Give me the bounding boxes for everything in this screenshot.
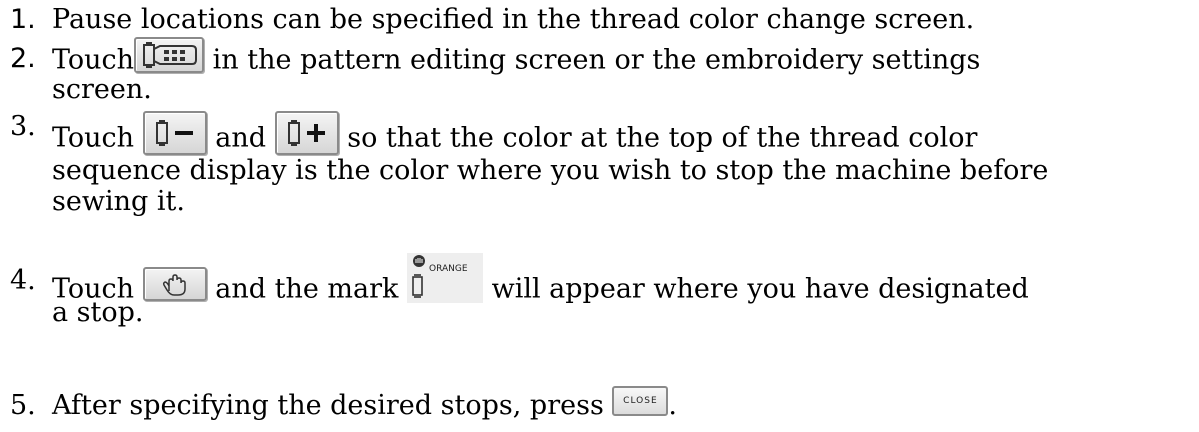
step-text: in the pattern editing screen or the emb… [212,44,981,76]
pause-mark-icon: ORANGE [406,253,483,303]
pause-mark-label: ORANGE [428,264,468,274]
step-text: so that the color at the top of the thre… [347,122,978,154]
step-text: Touch [52,122,135,154]
close-button: CLOSE [612,385,669,416]
thread-plus-icon [274,111,339,155]
step-text: Pause locations can be specified in the … [52,4,975,35]
step-number: 5. [10,390,36,421]
step-text: After specifying the desired stops, pres… [52,390,604,421]
thread-minus-icon [142,111,207,155]
step-text: . [668,390,677,421]
step-number: 1. [10,4,36,35]
step-text: Touch [52,44,135,76]
step-text: a stop. [52,297,144,328]
step-text: and [215,122,267,154]
step-text: sequence display is the color where you … [52,155,1049,186]
step-number: 2. [10,43,36,74]
step-number: 3. [10,111,36,142]
step-number: 4. [10,265,36,296]
hand-stop-icon [142,267,207,301]
step-text: screen. [52,74,152,105]
step-text: sewing it. [52,186,185,217]
thread-color-change-icon [134,37,205,73]
